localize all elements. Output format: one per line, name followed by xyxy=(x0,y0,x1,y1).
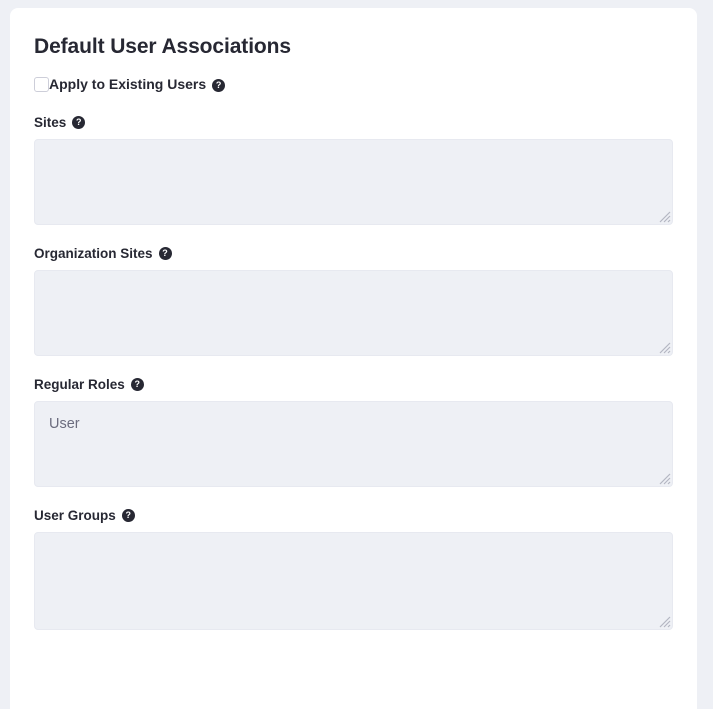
help-icon[interactable]: ? xyxy=(121,509,135,522)
apply-to-existing-users-checkbox[interactable] xyxy=(34,76,49,92)
apply-to-existing-users-label: Apply to Existing Users xyxy=(49,76,207,92)
field-label-text: Organization Sites xyxy=(34,246,153,261)
user-groups-input[interactable] xyxy=(34,532,673,630)
page-root: Default User Associations Apply to Exist… xyxy=(0,0,713,709)
field-user-groups: User Groups ? xyxy=(34,507,673,630)
field-label-user-groups: User Groups ? xyxy=(34,507,673,524)
field-label-text: Regular Roles xyxy=(34,377,125,392)
regular-roles-textarea-wrap xyxy=(34,401,673,487)
resize-handle-icon[interactable] xyxy=(657,340,671,354)
page-title: Default User Associations xyxy=(34,35,291,58)
organization-sites-input[interactable] xyxy=(34,270,673,356)
field-regular-roles: Regular Roles ? xyxy=(34,376,673,487)
field-label-sites: Sites ? xyxy=(34,114,673,131)
resize-handle-icon[interactable] xyxy=(657,209,671,223)
resize-handle-icon[interactable] xyxy=(657,471,671,485)
help-icon[interactable]: ? xyxy=(130,378,144,391)
help-icon[interactable]: ? xyxy=(72,116,86,129)
sites-input[interactable] xyxy=(34,139,673,225)
sites-textarea-wrap xyxy=(34,139,673,225)
field-label-organization-sites: Organization Sites ? xyxy=(34,245,673,262)
field-sites: Sites ? xyxy=(34,114,673,225)
apply-to-existing-users-row[interactable]: Apply to Existing Users ? xyxy=(34,74,673,94)
organization-sites-textarea-wrap xyxy=(34,270,673,356)
help-icon[interactable]: ? xyxy=(212,78,226,92)
help-icon[interactable]: ? xyxy=(158,247,172,260)
regular-roles-input[interactable] xyxy=(34,401,673,487)
field-label-regular-roles: Regular Roles ? xyxy=(34,376,673,393)
field-label-text: User Groups xyxy=(34,508,116,523)
field-label-text: Sites xyxy=(34,115,67,130)
resize-handle-icon[interactable] xyxy=(657,614,671,628)
field-organization-sites: Organization Sites ? xyxy=(34,245,673,356)
default-user-associations-card: Default User Associations Apply to Exist… xyxy=(10,8,697,709)
user-groups-textarea-wrap xyxy=(34,532,673,630)
